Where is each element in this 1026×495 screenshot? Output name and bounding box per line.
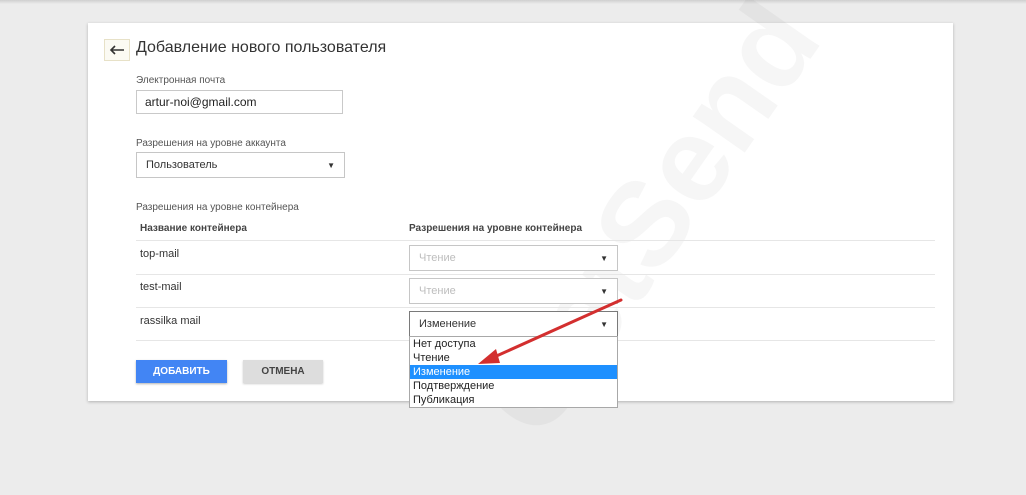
caret-down-icon: ▼: [600, 286, 608, 296]
back-arrow-icon: [109, 45, 124, 55]
account-permissions-select[interactable]: Пользователь ▼: [136, 152, 345, 178]
caret-down-icon: ▼: [600, 253, 608, 263]
container-permissions-label: Разрешения на уровне контейнера: [136, 202, 299, 213]
container-permission-select-top-mail[interactable]: Чтение ▼: [409, 245, 618, 271]
add-button[interactable]: ДОБАВИТЬ: [136, 360, 227, 383]
table-divider: [136, 240, 935, 241]
account-permissions-label: Разрешения на уровне аккаунта: [136, 138, 286, 149]
container-name-rassilka-mail: rassilka mail: [140, 315, 201, 327]
container-permission-value: Чтение: [419, 252, 456, 264]
top-shadow: [0, 0, 1026, 4]
add-user-card: GetSend Добавление нового пользователя Э…: [88, 23, 953, 408]
email-field[interactable]: [136, 90, 343, 114]
caret-down-icon: ▼: [600, 319, 608, 329]
cancel-button[interactable]: ОТМЕНА: [243, 360, 323, 383]
container-name-top-mail: top-mail: [140, 248, 180, 260]
dropdown-option-edit[interactable]: Изменение: [410, 365, 617, 379]
dropdown-option-no-access[interactable]: Нет доступа: [410, 337, 617, 351]
dropdown-option-publish[interactable]: Публикация: [410, 393, 617, 407]
container-permission-value: Изменение: [419, 318, 477, 330]
container-permission-select-rassilka-mail[interactable]: Изменение ▼: [409, 311, 618, 337]
permission-dropdown-list: Нет доступа Чтение Изменение Подтвержден…: [409, 336, 618, 408]
column-header-container-name: Название контейнера: [140, 223, 247, 234]
dropdown-option-approve[interactable]: Подтверждение: [410, 379, 617, 393]
caret-down-icon: ▼: [327, 160, 335, 170]
account-permissions-value: Пользователь: [146, 159, 218, 171]
container-permission-value: Чтение: [419, 285, 456, 297]
email-label: Электронная почта: [136, 75, 226, 86]
page-title: Добавление нового пользователя: [136, 39, 387, 56]
container-name-test-mail: test-mail: [140, 281, 182, 293]
table-divider: [136, 274, 935, 275]
dropdown-option-read[interactable]: Чтение: [410, 351, 617, 365]
table-divider: [136, 307, 935, 308]
container-permission-select-test-mail[interactable]: Чтение ▼: [409, 278, 618, 304]
back-button[interactable]: [104, 39, 130, 61]
column-header-container-permission: Разрешения на уровне контейнера: [409, 223, 583, 234]
